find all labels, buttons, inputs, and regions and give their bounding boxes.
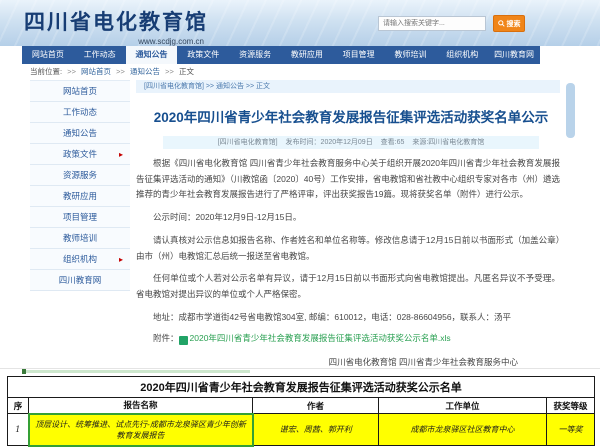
article-body: 根据《四川省电化教育馆 四川省青少年社会教育服务中心关于组织开展2020年四川省… (136, 156, 560, 368)
table-row: 1 顶层设计、统筹推进、试点先行-成都市龙泉驿区青少年创新教育发展报告 谌宏、周… (8, 414, 595, 446)
paragraph: 请认真核对公示信息如报告名称、作者姓名和单位名称等。修改信息请于12月15日前以… (136, 233, 560, 264)
sidebar-item-label: 四川教育网 (59, 275, 102, 285)
article-meta-source-tag: [四川省电化教育馆] (218, 139, 278, 146)
sidebar-item-label: 项目管理 (63, 212, 97, 222)
attachment-label: 附件： (153, 333, 179, 343)
breadcrumb-notices-link[interactable]: 通知公告 (130, 67, 160, 76)
article-meta-publish-time: 发布时间：2020年12月09日 (286, 139, 373, 146)
table-header-award: 获奖等级 (547, 398, 595, 414)
table-header-work-unit: 工作单位 (379, 398, 547, 414)
nav-item-news[interactable]: 工作动态 (74, 46, 126, 64)
sidebar-item-label: 组织机构 (63, 254, 97, 264)
sidebar-item-label: 教研应用 (63, 191, 97, 201)
breadcrumb-separator: >> (67, 67, 76, 76)
cell-report-name: 顶层设计、统筹推进、试点先行-成都市龙泉驿区青少年创新教育发展报告 (29, 414, 253, 446)
article-title: 2020年四川省青少年社会教育发展报告征集评选活动获奖名单公示 (136, 106, 566, 126)
sidebar-item-notices[interactable]: 通知公告 (30, 123, 130, 144)
article-meta-source: 来源:四川省电化教育馆 (412, 139, 484, 146)
results-table: 2020年四川省青少年社会教育发展报告征集评选活动获奖公示名单 序 报告名称 作… (7, 376, 595, 447)
nav-item-resources[interactable]: 资源服务 (229, 46, 281, 64)
site-name: 四川省电化教育馆 (24, 6, 208, 36)
breadcrumb-current: 正文 (179, 67, 194, 76)
submenu-arrow-icon: ▸ (119, 144, 123, 165)
nav-item-scedu[interactable]: 四川教育网 (488, 46, 540, 64)
sidebar: 网站首页 工作动态 通知公告 政策文件 ▸ 资源服务 教研应用 项目管理 教师培训… (30, 80, 130, 291)
sidebar-item-projects[interactable]: 项目管理 (30, 207, 130, 228)
breadcrumb-home-link[interactable]: 网站首页 (81, 67, 111, 76)
cell-work-unit: 成都市龙泉驿区社区教育中心 (379, 414, 547, 446)
nav-item-training[interactable]: 教师培训 (385, 46, 437, 64)
sidebar-item-scedu[interactable]: 四川教育网 (30, 270, 130, 291)
breadcrumb: 当前位置: >> 网站首页 >> 通知公告 >> 正文 (30, 66, 194, 77)
sheet-scrollbar[interactable] (25, 370, 250, 373)
sidebar-item-label: 教师培训 (63, 233, 97, 243)
sidebar-item-news[interactable]: 工作动态 (30, 102, 130, 123)
site-url: www.scdjg.com.cn (24, 37, 208, 46)
paragraph: 任何单位或个人若对公示名单有异议，请于12月15日前以书面形式向省电教馆提出。凡… (136, 271, 560, 302)
site-header: 四川省电化教育馆 www.scdjg.com.cn 搜索 (0, 0, 600, 46)
article-breadcrumb[interactable]: [四川省电化教育馆] >> 通知公告 >> 正文 (136, 80, 560, 93)
cell-award: 一等奖 (547, 414, 595, 446)
table-header-report-name: 报告名称 (29, 398, 253, 414)
paragraph-address: 地址：成都市学道街42号省电教馆304室, 邮编：610012，电话：028-8… (136, 310, 560, 326)
table-header-authors: 作者 (253, 398, 379, 414)
sidebar-item-policy[interactable]: 政策文件 ▸ (30, 144, 130, 165)
paragraph: 公示时间：2020年12月9日-12月15日。 (136, 210, 560, 226)
breadcrumb-separator: >> (116, 67, 125, 76)
article-signature: 四川省电化教育馆 四川省青少年社会教育服务中心 (136, 356, 560, 368)
article-meta: [四川省电化教育馆] 发布时间：2020年12月09日 查看:65 来源:四川省… (163, 136, 539, 149)
sidebar-item-label: 资源服务 (63, 170, 97, 180)
paragraph: 根据《四川省电化教育馆 四川省青少年社会教育服务中心关于组织开展2020年四川省… (136, 156, 560, 203)
search-button[interactable]: 搜索 (493, 15, 525, 32)
sidebar-item-label: 政策文件 (63, 149, 97, 159)
article-meta-views: 查看:65 (381, 139, 405, 146)
cell-seq: 1 (8, 414, 29, 446)
vertical-scrollbar-thumb[interactable] (566, 83, 575, 138)
sidebar-item-label: 工作动态 (63, 107, 97, 117)
table-header-seq: 序 (8, 398, 29, 414)
search-icon (498, 20, 505, 27)
main-nav: 网站首页 工作动态 通知公告 政策文件 资源服务 教研应用 项目管理 教师培训 … (22, 46, 540, 64)
attachment-link[interactable]: X2020年四川省青少年社会教育发展报告征集评选活动获奖公示名单.xls (179, 333, 451, 343)
article: [四川省电化教育馆] >> 通知公告 >> 正文 2020年四川省青少年社会教育… (136, 80, 566, 368)
site-logo: 四川省电化教育馆 www.scdjg.com.cn (24, 6, 208, 46)
breadcrumb-prefix: 当前位置: (30, 67, 62, 76)
nav-item-organization[interactable]: 组织机构 (436, 46, 488, 64)
cell-authors: 谌宏、周茜、郭开利 (253, 414, 379, 446)
attachment-filename: 2020年四川省青少年社会教育发展报告征集评选活动获奖公示名单.xls (190, 333, 451, 343)
sidebar-item-resources[interactable]: 资源服务 (30, 165, 130, 186)
sidebar-item-organization[interactable]: 组织机构 ▸ (30, 249, 130, 270)
breadcrumb-separator: >> (165, 67, 174, 76)
sidebar-item-label: 通知公告 (63, 128, 97, 138)
nav-item-policy[interactable]: 政策文件 (177, 46, 229, 64)
nav-item-research[interactable]: 教研应用 (281, 46, 333, 64)
submenu-arrow-icon: ▸ (119, 249, 123, 270)
sidebar-item-training[interactable]: 教师培训 (30, 228, 130, 249)
page: 四川省电化教育馆 www.scdjg.com.cn 搜索 网站首页 工作动态 通… (0, 0, 600, 447)
table-title: 2020年四川省青少年社会教育发展报告征集评选活动获奖公示名单 (8, 377, 595, 398)
sidebar-item-research[interactable]: 教研应用 (30, 186, 130, 207)
nav-item-projects[interactable]: 项目管理 (333, 46, 385, 64)
excel-file-icon: X (179, 336, 188, 345)
attachment-row: 附件：X2020年四川省青少年社会教育发展报告征集评选活动获奖公示名单.xls (136, 332, 560, 345)
sidebar-item-label: 网站首页 (63, 86, 97, 96)
search-input[interactable] (378, 16, 486, 31)
content-divider (0, 368, 600, 369)
nav-item-notices[interactable]: 通知公告 (126, 46, 178, 64)
search-button-label: 搜索 (507, 19, 521, 29)
search-bar: 搜索 (378, 15, 525, 32)
sidebar-item-home[interactable]: 网站首页 (30, 81, 130, 102)
nav-item-home[interactable]: 网站首页 (22, 46, 74, 64)
